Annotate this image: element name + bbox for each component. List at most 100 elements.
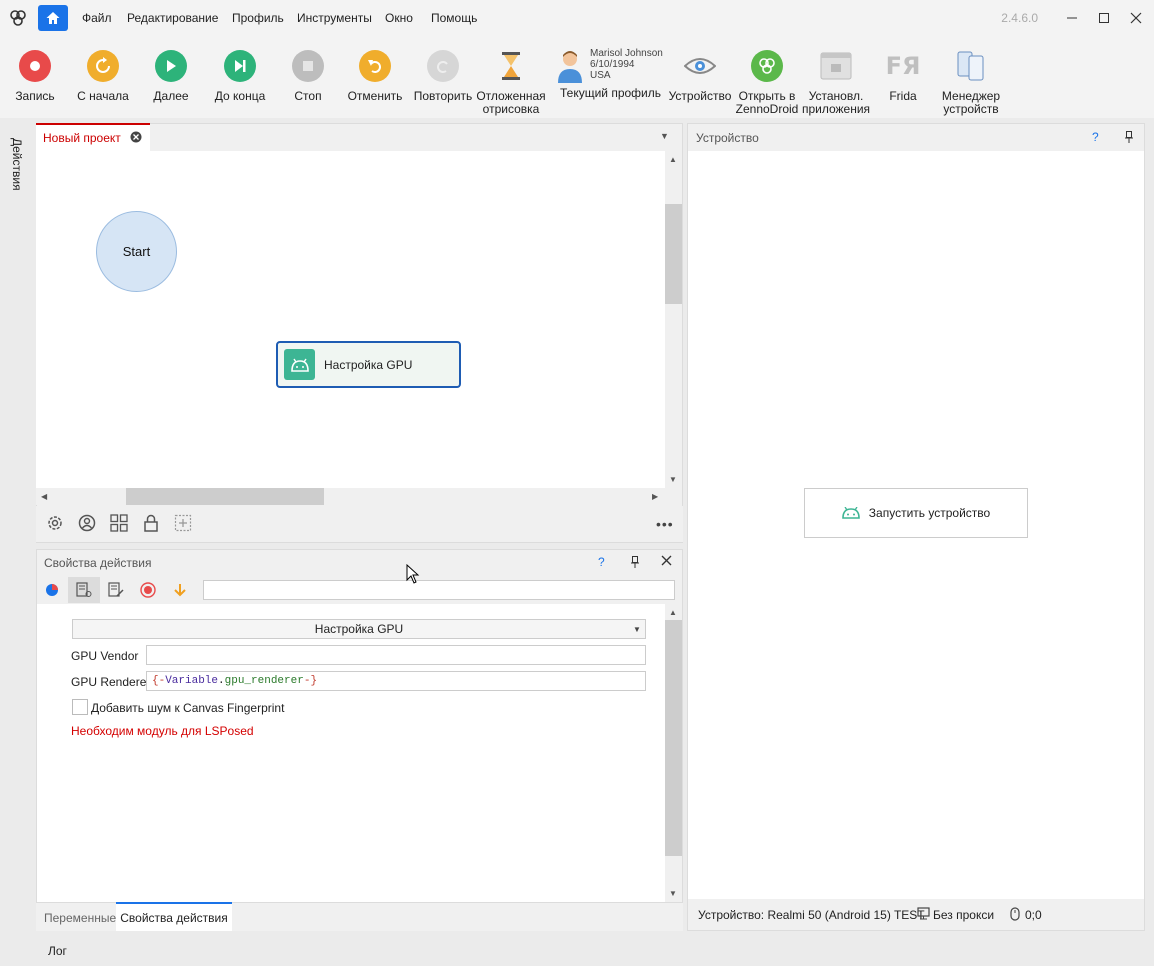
renderer-keyword: Variable xyxy=(165,675,219,687)
tab-action-properties-label: Свойства действия xyxy=(120,910,228,925)
grid-icon[interactable] xyxy=(110,514,128,532)
device-pin-icon[interactable] xyxy=(1124,131,1134,146)
redo-icon xyxy=(427,50,459,82)
scroll-down-icon[interactable]: ▼ xyxy=(669,475,677,484)
installed-apps-label: Установл. приложения xyxy=(801,89,871,116)
props-pin-icon[interactable] xyxy=(630,556,640,571)
device-status-text: Устройство: Realmi 50 (Android 15) TEST xyxy=(698,908,925,922)
record-label: Запись xyxy=(15,89,55,103)
open-in-label: Открыть в ZennoDroid xyxy=(735,89,799,116)
eye-icon xyxy=(684,50,716,82)
next-button[interactable]: Далее xyxy=(148,50,194,103)
menu-file[interactable]: Файл xyxy=(82,11,112,25)
gpu-renderer-field[interactable]: {-Variable.gpu_renderer-} xyxy=(146,671,646,691)
scroll-up-icon[interactable]: ▲ xyxy=(669,155,677,164)
left-dock-strip xyxy=(2,120,34,940)
close-tab-icon[interactable] xyxy=(130,131,142,143)
undo-label: Отменить xyxy=(347,89,403,103)
minimize-button[interactable] xyxy=(1062,8,1082,28)
launch-device-button[interactable]: Запустить устройство xyxy=(804,488,1028,538)
renderer-variable-name: gpu_renderer xyxy=(224,675,304,687)
renderer-open-brace: {- xyxy=(152,675,166,687)
tab-action-properties[interactable]: Свойства действия xyxy=(116,902,232,931)
gpu-vendor-label: GPU Vendor xyxy=(71,649,139,663)
close-window-button[interactable] xyxy=(1126,8,1146,28)
maximize-icon xyxy=(1099,13,1109,23)
props-scroll-thumb[interactable] xyxy=(665,620,682,856)
menu-edit[interactable]: Редактирование xyxy=(127,11,218,25)
play-icon xyxy=(155,50,187,82)
menu-profile[interactable]: Профиль xyxy=(232,11,284,25)
tab-variables[interactable]: Переменные xyxy=(44,911,116,925)
record-action-icon[interactable] xyxy=(137,579,159,601)
stop-button[interactable]: Стоп xyxy=(285,50,331,103)
redo-label: Повторить xyxy=(413,89,473,103)
more-options-icon[interactable]: ••• xyxy=(656,516,674,532)
renderer-dot: . xyxy=(218,675,225,687)
menu-window[interactable]: Окно xyxy=(385,11,413,25)
to-end-button[interactable]: До конца xyxy=(212,50,268,103)
device-panel-title: Устройство xyxy=(696,131,759,145)
props-help-icon[interactable]: ? xyxy=(598,555,605,569)
props-close-icon[interactable] xyxy=(661,553,672,570)
home-icon xyxy=(46,12,60,24)
scroll-right-icon[interactable]: ▶ xyxy=(652,492,658,501)
restart-icon xyxy=(87,50,119,82)
mouse-cursor-icon xyxy=(406,563,420,587)
android-icon xyxy=(841,507,860,519)
zennodroid-icon xyxy=(751,50,783,82)
canvas-noise-checkbox[interactable] xyxy=(72,699,88,715)
proxy-status-text: Без прокси xyxy=(933,908,995,922)
home-button[interactable] xyxy=(38,5,68,31)
add-group-icon[interactable] xyxy=(174,514,192,532)
chevron-down-icon[interactable]: ▼ xyxy=(633,625,641,634)
props-scroll-down-icon[interactable]: ▼ xyxy=(669,889,677,898)
menu-help[interactable]: Помощь xyxy=(431,11,477,25)
log-tab[interactable]: Лог xyxy=(48,944,67,958)
open-in-zennodroid-button[interactable]: Открыть в ZennoDroid xyxy=(736,50,798,116)
frida-button[interactable]: FЯ Frida xyxy=(880,50,926,103)
redo-button[interactable]: Повторить xyxy=(414,50,472,103)
gpu-vendor-field[interactable] xyxy=(146,645,646,665)
properties-view-icon[interactable] xyxy=(68,577,100,603)
arrow-down-icon[interactable] xyxy=(169,579,191,601)
record-icon xyxy=(19,50,51,82)
gear-icon[interactable] xyxy=(46,514,64,532)
action-color-icon[interactable] xyxy=(41,579,63,601)
notes-edit-icon[interactable] xyxy=(105,579,127,601)
props-search-input[interactable] xyxy=(203,580,675,600)
props-scroll-up-icon[interactable]: ▲ xyxy=(669,608,677,617)
maximize-button[interactable] xyxy=(1094,8,1114,28)
scroll-left-icon[interactable]: ◀ xyxy=(41,492,47,501)
device-button[interactable]: Устройство xyxy=(668,50,732,103)
current-profile-button[interactable]: Текущий профиль xyxy=(560,86,661,100)
stop-label: Стоп xyxy=(294,89,322,103)
installed-apps-button[interactable]: Установл. приложения xyxy=(802,50,870,116)
deferred-render-button[interactable]: Отложенная отрисовка xyxy=(476,50,546,116)
profile-dob: 6/10/1994 xyxy=(590,59,635,70)
undo-button[interactable]: Отменить xyxy=(347,50,403,103)
gpu-node-label: Настройка GPU xyxy=(324,357,413,372)
restart-button[interactable]: С начала xyxy=(76,50,130,103)
tab-dropdown-icon[interactable]: ▼ xyxy=(660,131,669,141)
device-manager-button[interactable]: Менеджер устройств xyxy=(938,50,1004,116)
action-type-select[interactable]: Настройка GPU xyxy=(72,619,646,639)
canvas-vertical-scrollbar[interactable] xyxy=(665,151,682,488)
gpu-renderer-label: GPU Renderer xyxy=(71,675,151,689)
actions-side-tab[interactable]: Действия xyxy=(10,138,24,191)
lsposed-warning-text: Необходим модуль для LSPosed xyxy=(71,724,254,738)
device-help-icon[interactable]: ? xyxy=(1092,130,1099,144)
record-button[interactable]: Запись xyxy=(12,50,58,103)
gpu-settings-node[interactable]: Настройка GPU xyxy=(276,341,461,388)
next-label: Далее xyxy=(153,89,189,103)
deferred-render-label: Отложенная отрисовка xyxy=(476,89,546,116)
start-node[interactable]: Start xyxy=(96,211,177,292)
canvas-horizontal-scroll-thumb[interactable] xyxy=(126,488,324,505)
project-canvas[interactable] xyxy=(36,151,665,488)
canvas-vertical-scroll-thumb[interactable] xyxy=(665,204,682,304)
action-type-value: Настройка GPU xyxy=(314,622,404,636)
lock-icon[interactable] xyxy=(142,514,160,532)
menu-tools[interactable]: Инструменты xyxy=(297,11,372,25)
monitor-icon xyxy=(917,907,930,923)
user-circle-icon[interactable] xyxy=(78,514,96,532)
